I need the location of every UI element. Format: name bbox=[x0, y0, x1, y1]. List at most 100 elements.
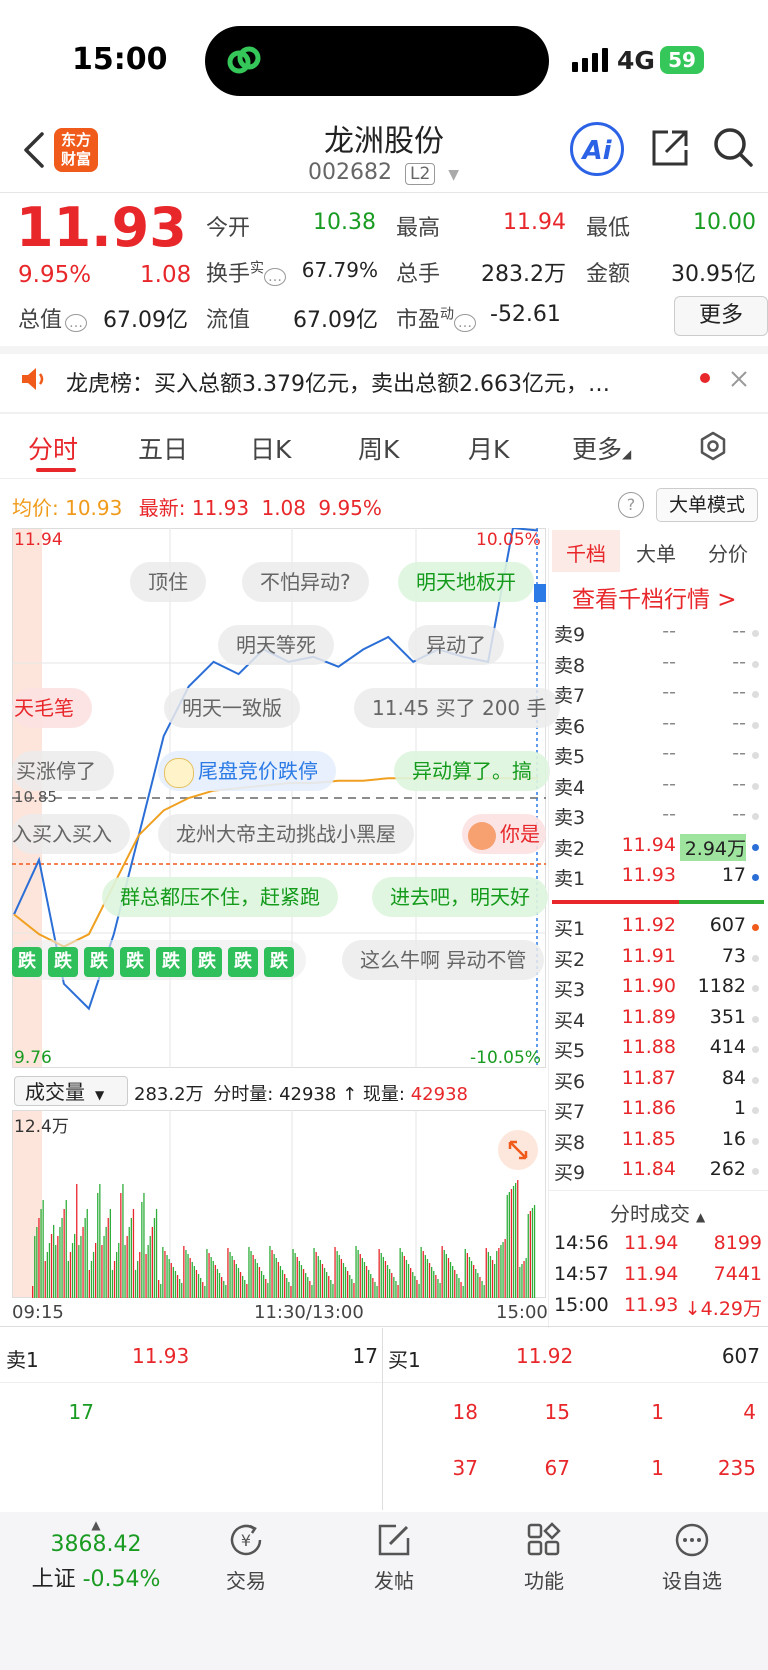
ask-price[interactable]: 11.93 bbox=[560, 864, 676, 886]
bid-volume: 262 bbox=[709, 1158, 746, 1180]
die-bubble[interactable]: 跌跌跌跌跌跌跌跌 bbox=[12, 940, 306, 980]
bid-price[interactable]: 11.85 bbox=[560, 1128, 676, 1150]
volume-bar bbox=[485, 1248, 487, 1298]
volume-bar bbox=[176, 1275, 179, 1298]
intraday-chart[interactable] bbox=[12, 528, 546, 1068]
share-icon[interactable] bbox=[650, 128, 690, 168]
volume-bar bbox=[424, 1255, 426, 1298]
comment-bubble[interactable]: 入买入买入 bbox=[12, 814, 130, 854]
bid-price[interactable]: 11.91 bbox=[560, 945, 676, 967]
die-tag: 跌 bbox=[48, 947, 78, 977]
comment-bubble[interactable]: 这么牛啊 异动不管 bbox=[342, 940, 545, 980]
expand-icon[interactable] bbox=[498, 1130, 538, 1170]
info-icon[interactable]: … bbox=[454, 314, 477, 332]
comment-bubble[interactable]: 天毛笔 bbox=[12, 688, 92, 728]
volume-bar bbox=[332, 1284, 334, 1298]
comment-bubble[interactable]: 11.45 买了 200 手 bbox=[354, 688, 560, 728]
comment-bubble[interactable]: 明天地板开 bbox=[398, 562, 534, 602]
comment-bubble[interactable]: 进去吧，明天好 bbox=[372, 877, 548, 917]
volume-bar bbox=[407, 1264, 410, 1298]
nav-post[interactable]: 发帖 bbox=[344, 1520, 444, 1594]
stock-code-selector[interactable]: 002682 L2 ▼ bbox=[308, 160, 459, 185]
tab-five-day[interactable]: 五日 bbox=[138, 430, 188, 466]
comment-bubble[interactable]: 买涨停了 bbox=[12, 751, 114, 791]
volume-bar bbox=[46, 1252, 48, 1298]
ask-price[interactable]: -- bbox=[560, 620, 676, 642]
view-orderbook-link[interactable]: 查看千档行情 > bbox=[572, 580, 737, 614]
search-icon[interactable] bbox=[712, 126, 754, 168]
tab-daily-k[interactable]: 日K bbox=[250, 430, 291, 466]
notice-text[interactable]: 龙虎榜：买入总额3.379亿元，卖出总额2.663亿元，… bbox=[66, 366, 610, 398]
bid-price[interactable]: 11.86 bbox=[560, 1097, 676, 1119]
big-order-mode-button[interactable]: 大单模式 bbox=[656, 488, 758, 522]
comment-bubble[interactable]: 尾盘竞价跌停 bbox=[158, 751, 336, 791]
tab-weekly-k[interactable]: 周K bbox=[358, 430, 399, 466]
high-value: 11.94 bbox=[503, 210, 566, 235]
buy-order: 1 bbox=[651, 1456, 664, 1480]
bid-price[interactable]: 11.87 bbox=[560, 1067, 676, 1089]
comment-bubble[interactable]: 异动了 bbox=[408, 625, 504, 665]
order-dot bbox=[752, 782, 759, 790]
bid-price[interactable]: 11.92 bbox=[560, 914, 676, 936]
ask-price[interactable]: -- bbox=[560, 681, 676, 703]
buy-order: 4 bbox=[743, 1400, 756, 1424]
queue-sell-price: 11.93 bbox=[132, 1344, 190, 1368]
gear-icon[interactable] bbox=[696, 430, 730, 464]
nav-functions[interactable]: 功能 bbox=[494, 1520, 594, 1594]
comment-bubble[interactable]: 龙州大帝主动挑战小黑屋 bbox=[158, 814, 414, 854]
info-icon[interactable]: … bbox=[65, 314, 88, 332]
comment-bubble[interactable]: 明天等死 bbox=[218, 625, 334, 665]
volume-bar bbox=[200, 1278, 202, 1298]
bid-price[interactable]: 11.84 bbox=[560, 1158, 676, 1180]
comment-bubble[interactable]: 群总都压不住，赶紧跑 bbox=[102, 877, 338, 917]
tab-thousand-level[interactable]: 千档 bbox=[566, 538, 606, 567]
volume-value: 283.2万 bbox=[481, 262, 566, 287]
comment-bubble[interactable]: 异动算了。搞 bbox=[394, 751, 550, 791]
comment-bubble[interactable]: 顶住 bbox=[130, 562, 206, 602]
volume-chart[interactable] bbox=[12, 1110, 546, 1298]
volume-bar bbox=[82, 1227, 84, 1298]
volume-info: 283.2万 分时量: 42938 ↑ 现量: 42938 bbox=[134, 1080, 468, 1106]
tab-monthly-k[interactable]: 月K bbox=[468, 430, 509, 466]
ask-price[interactable]: -- bbox=[560, 651, 676, 673]
ask-price[interactable]: -- bbox=[560, 742, 676, 764]
volume-bar bbox=[529, 1211, 531, 1298]
tab-more[interactable]: 更多◢ bbox=[572, 430, 631, 466]
trades-title[interactable]: 分时成交 ▲ bbox=[610, 1198, 705, 1227]
nav-trade[interactable]: ¥ 交易 bbox=[196, 1520, 296, 1594]
ask-price[interactable]: -- bbox=[560, 803, 676, 825]
corner-arrow-icon: ◢ bbox=[622, 447, 632, 461]
comment-bubble[interactable]: 明天一致版 bbox=[164, 688, 300, 728]
ai-button[interactable]: Ai bbox=[570, 122, 624, 176]
help-icon[interactable]: ? bbox=[618, 492, 644, 518]
nav-watchlist[interactable]: 设自选 bbox=[642, 1520, 742, 1594]
tab-big-order[interactable]: 大单 bbox=[636, 538, 676, 567]
volume-bar bbox=[116, 1252, 118, 1298]
bid-price[interactable]: 11.88 bbox=[560, 1036, 676, 1058]
comment-bubble[interactable]: 你是 bbox=[462, 814, 546, 854]
ask-price[interactable]: 11.94 bbox=[560, 834, 676, 856]
die-tag: 跌 bbox=[120, 947, 150, 977]
index-line: 上证 -0.54% bbox=[18, 1561, 174, 1593]
tab-price-dist[interactable]: 分价 bbox=[708, 538, 748, 567]
more-button[interactable]: 更多 bbox=[674, 296, 768, 336]
ask-price[interactable]: -- bbox=[560, 773, 676, 795]
ask-price[interactable]: -- bbox=[560, 712, 676, 734]
volume-bar bbox=[95, 1243, 97, 1298]
close-icon[interactable] bbox=[730, 370, 748, 388]
volume-bar bbox=[229, 1252, 231, 1298]
volume-indicator-select[interactable]: 成交量 ▼ bbox=[14, 1076, 128, 1106]
comment-bubble[interactable]: 不怕异动? bbox=[242, 562, 369, 602]
volume-bar bbox=[36, 1227, 38, 1298]
bid-price[interactable]: 11.89 bbox=[560, 1006, 676, 1028]
volume-bar bbox=[69, 1252, 72, 1298]
index-ticker[interactable]: ▲ 3868.42 上证 -0.54% bbox=[18, 1518, 174, 1593]
volume-bar bbox=[456, 1274, 458, 1298]
volume-bar bbox=[449, 1262, 452, 1298]
bid-price[interactable]: 11.90 bbox=[560, 975, 676, 997]
tab-intraday[interactable]: 分时 bbox=[28, 430, 78, 466]
dropdown-icon: ▼ bbox=[95, 1088, 105, 1102]
volume-bar bbox=[271, 1250, 273, 1298]
volume-bar bbox=[223, 1281, 225, 1298]
info-icon[interactable]: … bbox=[264, 268, 287, 286]
